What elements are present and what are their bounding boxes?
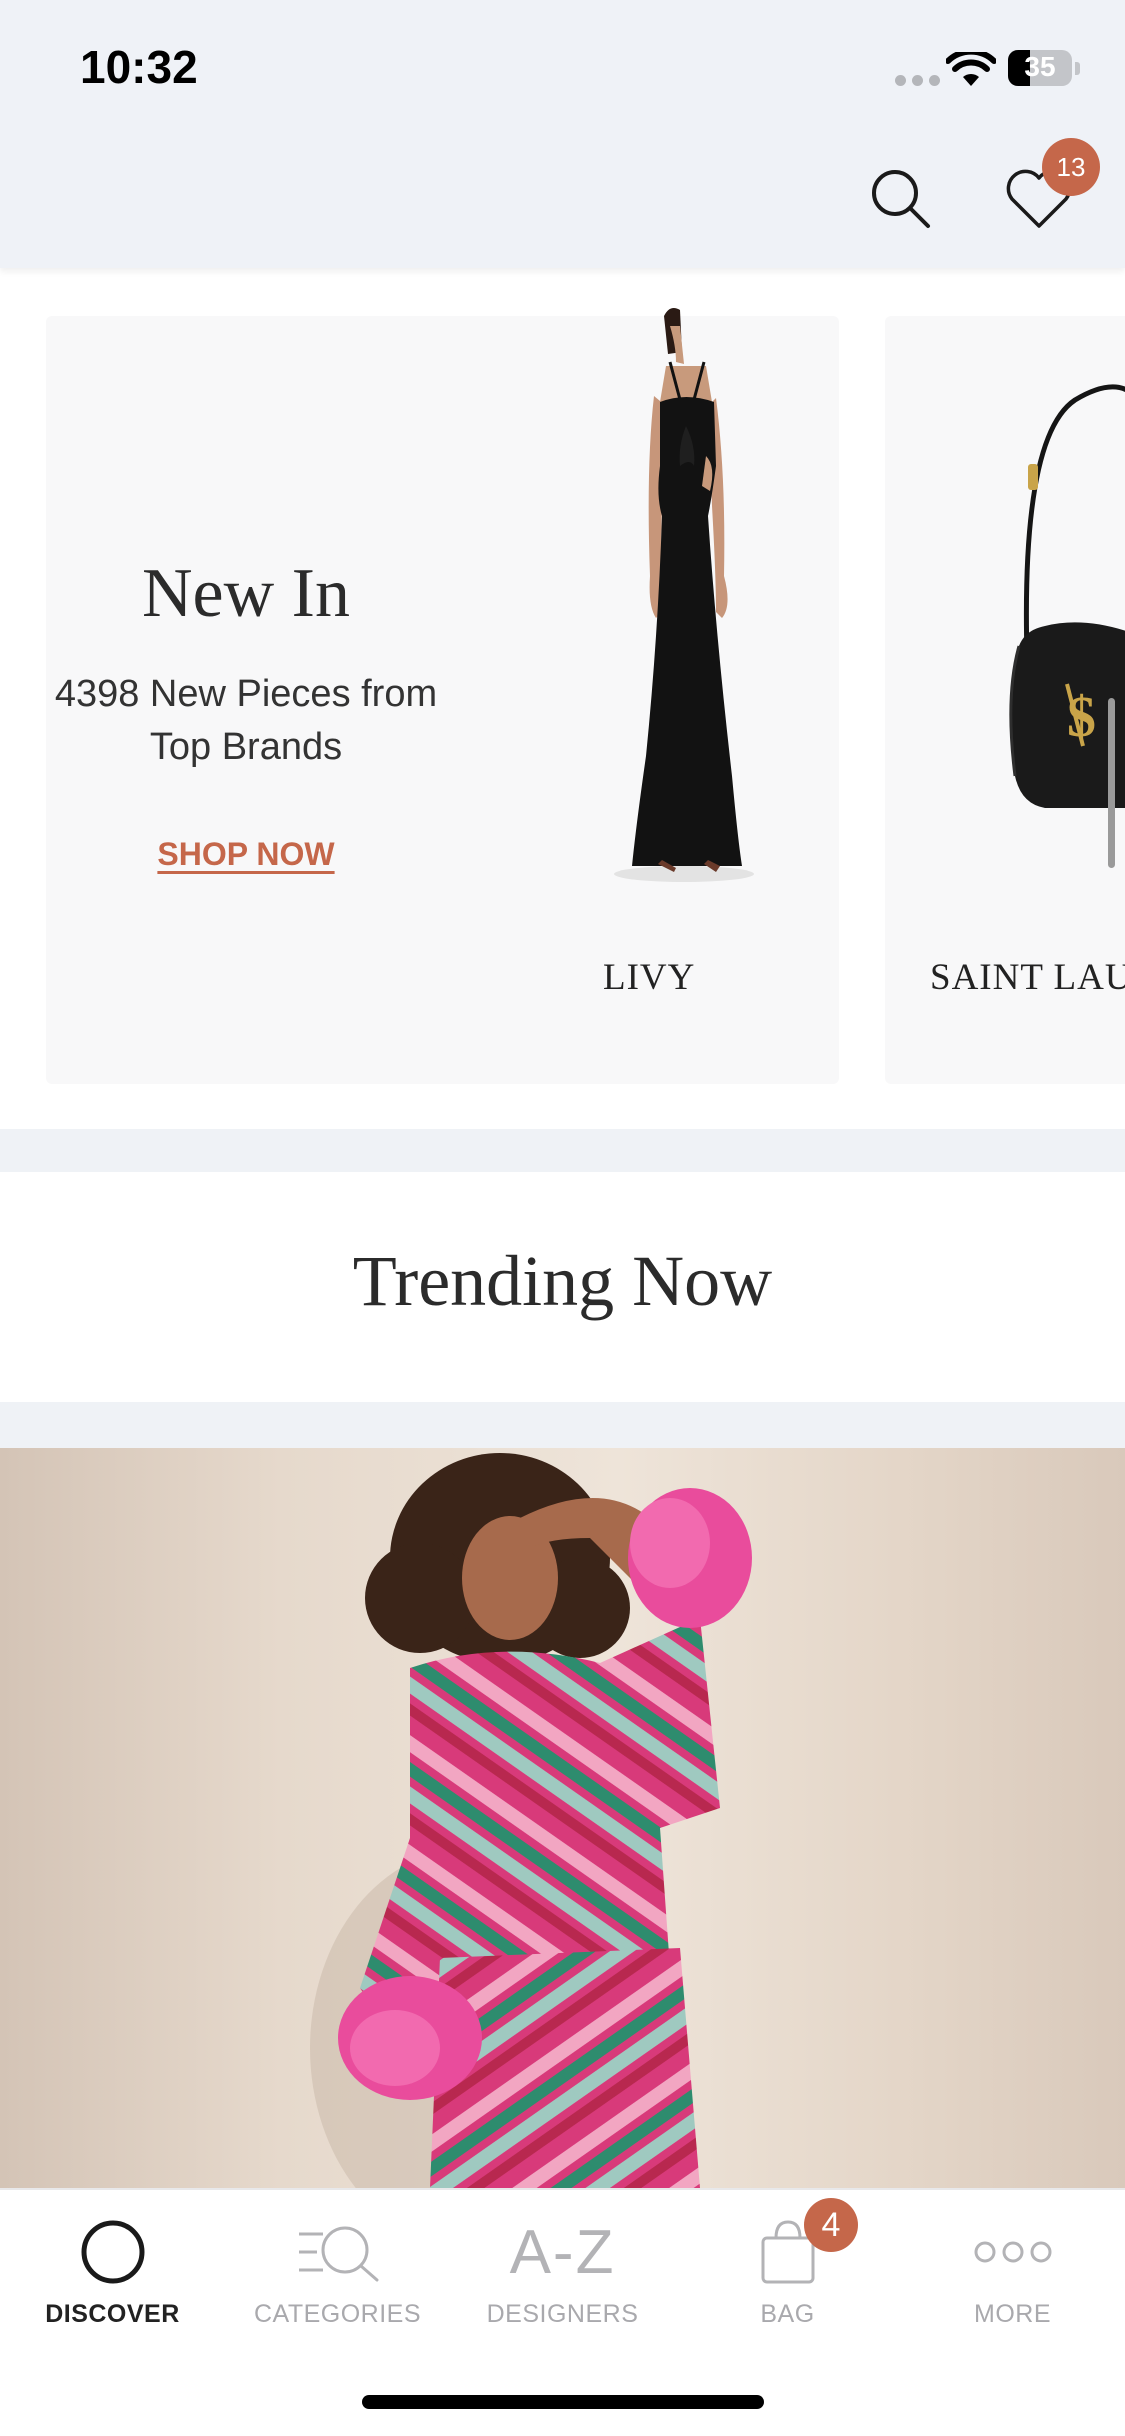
brand-name-saint-laurent[interactable]: SAINT LAU [930,956,1125,999]
trending-hero-image[interactable] [0,1448,1125,2188]
carousel-scrollbar[interactable] [1108,698,1115,868]
new-in-title: New In [142,555,350,632]
discover-ring-icon [81,2220,144,2284]
tab-label: BAG [760,2300,815,2328]
new-in-card[interactable]: New In 4398 New Pieces from Top Brands S… [46,308,839,1084]
brand-name-livy[interactable]: LIVY [603,956,695,999]
battery-cap [1075,62,1080,75]
trending-title: Trending Now [352,1241,773,1321]
new-in-subtitle: 4398 New Pieces from Top Brands [54,673,438,768]
new-in-carousel[interactable]: New In 4398 New Pieces from Top Brands S… [0,268,1125,1129]
cellular-signal-icon [895,75,940,86]
battery-icon: 35 [1008,50,1072,86]
section-divider [0,1129,1125,1172]
categories-search-icon [298,2226,378,2282]
tab-discover[interactable]: DISCOVER [0,2190,225,2340]
wifi-icon [946,52,996,86]
tab-label: MORE [974,2300,1051,2328]
tab-designers[interactable]: A-Z DESIGNERS [450,2190,675,2340]
trending-section: Trending Now [0,1172,1125,1402]
battery-percent: 35 [1024,51,1056,82]
wishlist-count-badge: 13 [1042,138,1100,196]
tab-label: CATEGORIES [253,2300,422,2328]
section-divider [0,1402,1125,1448]
tab-categories[interactable]: CATEGORIES [225,2190,450,2340]
top-header: 10:32 35 13 [0,0,1125,268]
tab-bag[interactable]: BAG [675,2190,900,2340]
shop-now-link[interactable]: SHOP NOW [46,836,446,873]
hero-illustration [310,1453,752,2188]
tab-label: DISCOVER [45,2300,180,2328]
tab-more[interactable]: MORE [900,2190,1125,2340]
a-z-icon: A-Z [509,2217,616,2287]
bag-count-badge: 4 [804,2198,858,2252]
tab-label: DESIGNERS [486,2300,639,2328]
status-time: 10:32 [80,41,198,93]
livy-dress-image[interactable] [566,306,796,946]
saint-laurent-bag-image[interactable]: $ [965,316,1125,836]
saint-laurent-card[interactable]: $ SAINT LAU [885,316,1125,1084]
more-dots-icon [974,2241,1051,2263]
search-icon[interactable] [868,166,932,230]
home-indicator[interactable] [362,2395,764,2409]
